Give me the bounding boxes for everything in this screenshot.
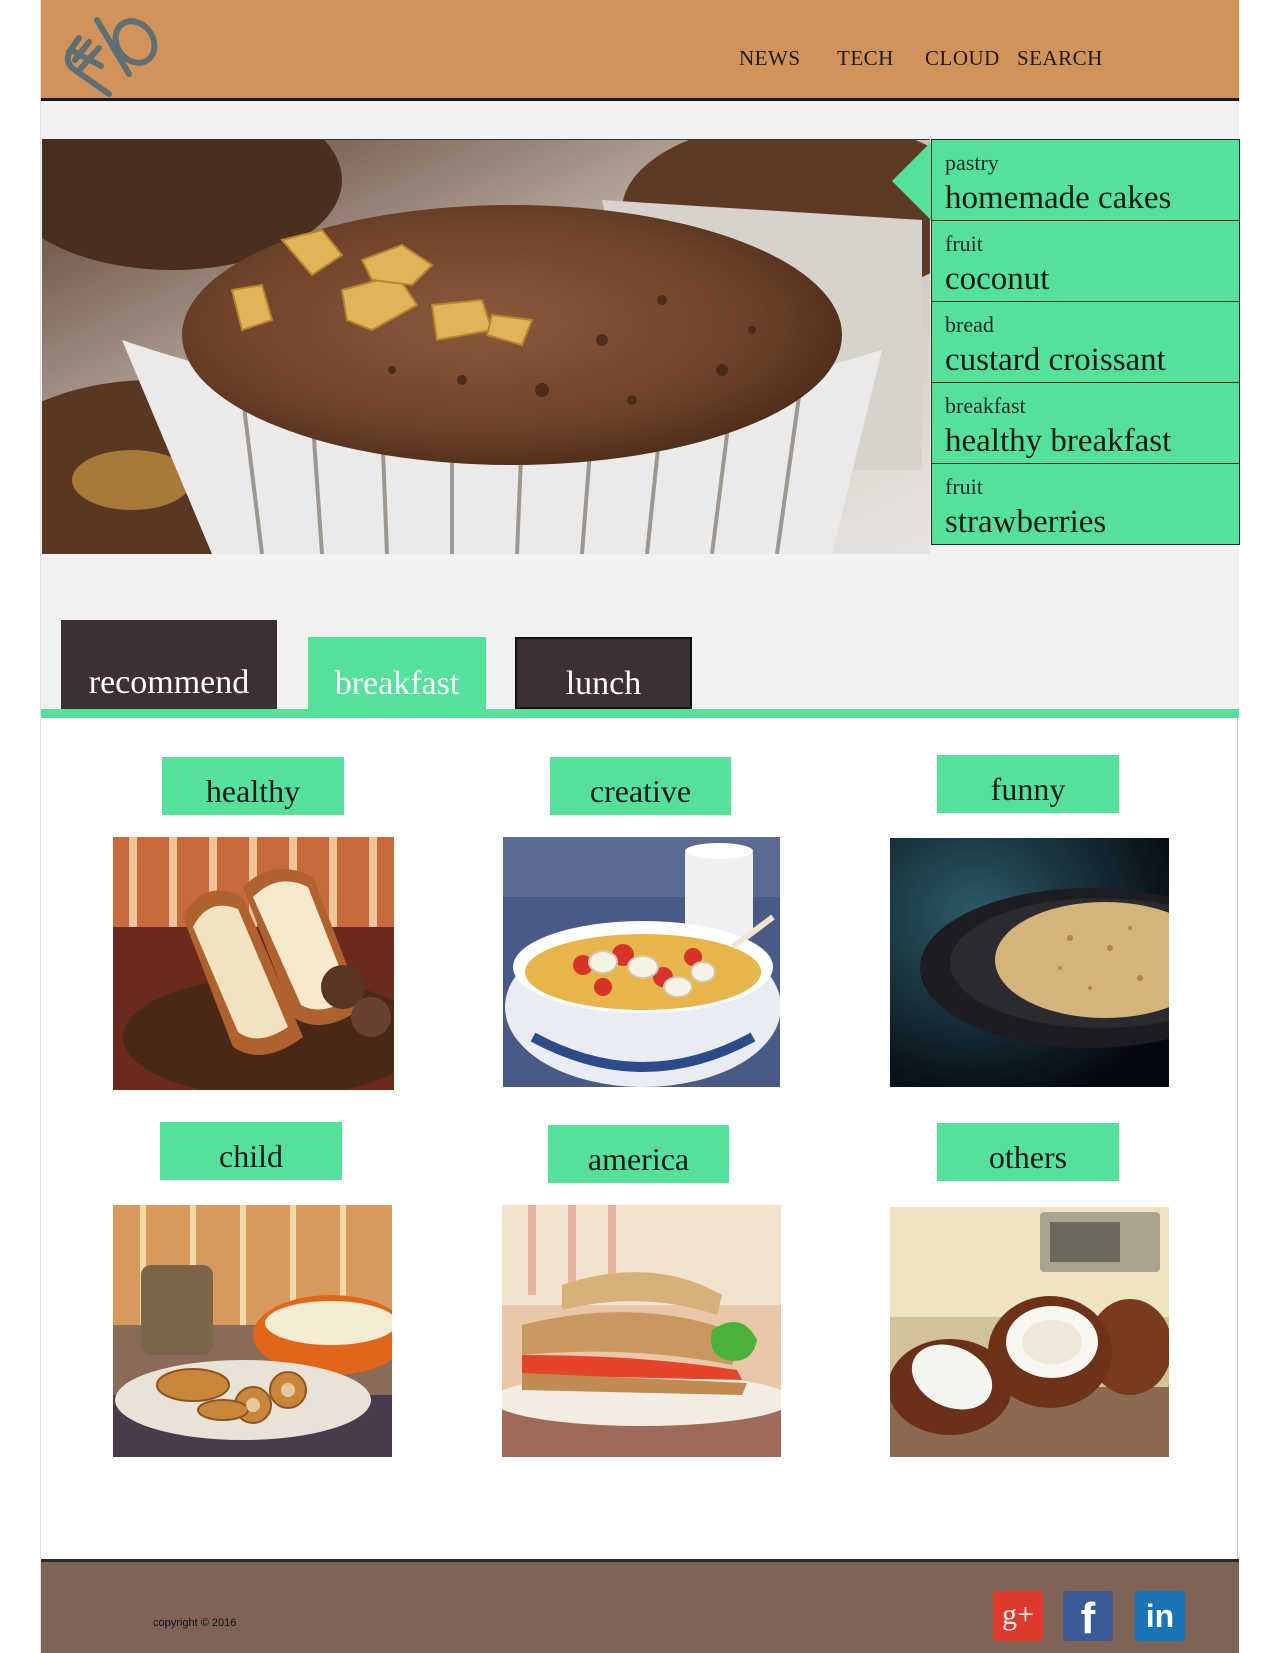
copyright-text: copyright © 2016	[153, 1617, 237, 1629]
category-button-healthy[interactable]: healthy	[162, 757, 344, 815]
category-button-funny[interactable]: funny	[937, 755, 1119, 813]
bread-basket-icon	[113, 837, 394, 1090]
featured-item[interactable]: pastry homemade cakes	[931, 139, 1240, 221]
featured-item[interactable]: fruit strawberries	[931, 463, 1240, 545]
featured-item[interactable]: breakfast healthy breakfast	[931, 382, 1240, 464]
featured-category: breakfast	[945, 393, 1026, 418]
site-footer: copyright © 2016 g+ f in	[41, 1559, 1239, 1653]
card-image-creative[interactable]	[503, 837, 780, 1087]
page: NEWS TECH CLOUD SEARCH pastry homemade c…	[40, 0, 1240, 1653]
tab-lunch[interactable]: lunch	[515, 637, 692, 709]
site-header: NEWS TECH CLOUD SEARCH	[41, 0, 1239, 101]
tab-underline	[41, 709, 1239, 718]
category-button-creative[interactable]: creative	[550, 757, 731, 815]
card-image-america[interactable]	[502, 1205, 781, 1457]
featured-category: bread	[945, 312, 994, 337]
tab-breakfast[interactable]: breakfast	[308, 637, 486, 709]
featured-title: healthy breakfast	[945, 423, 1172, 459]
category-button-child[interactable]: child	[160, 1122, 342, 1180]
card-image-funny[interactable]	[890, 838, 1169, 1087]
linkedin-icon[interactable]: in	[1135, 1591, 1185, 1641]
tab-recommend[interactable]: recommend	[61, 620, 277, 709]
featured-title: custard croissant	[945, 342, 1166, 378]
card-image-child[interactable]	[113, 1205, 392, 1457]
category-button-others[interactable]: others	[937, 1123, 1119, 1181]
muffin-photo-icon	[42, 140, 930, 554]
nav-tech[interactable]: TECH	[837, 46, 894, 71]
snack-plate-icon	[113, 1205, 392, 1457]
hero-image[interactable]	[42, 139, 930, 554]
featured-title: homemade cakes	[945, 180, 1172, 216]
facebook-icon[interactable]: f	[1063, 1591, 1113, 1643]
featured-item[interactable]: fruit coconut	[931, 220, 1240, 302]
featured-category: pastry	[945, 150, 999, 175]
featured-title: coconut	[945, 261, 1050, 297]
nav-cloud[interactable]: CLOUD	[925, 46, 1000, 71]
category-button-america[interactable]: america	[548, 1125, 729, 1183]
main-nav: NEWS TECH CLOUD SEARCH	[41, 46, 1239, 76]
nav-search[interactable]: SEARCH	[1017, 46, 1103, 71]
card-image-healthy[interactable]	[113, 837, 394, 1090]
active-item-pointer-icon	[892, 141, 932, 221]
google-plus-icon[interactable]: g+	[993, 1591, 1043, 1641]
featured-category: fruit	[945, 474, 983, 499]
featured-category: fruit	[945, 231, 983, 256]
cereal-bowl-icon	[503, 837, 780, 1087]
sandwich-icon	[502, 1205, 781, 1457]
coconuts-icon	[890, 1207, 1169, 1457]
card-image-others[interactable]	[890, 1207, 1169, 1457]
featured-title: strawberries	[945, 504, 1107, 540]
featured-list: pastry homemade cakes fruit coconut brea…	[931, 139, 1240, 545]
nav-news[interactable]: NEWS	[739, 46, 801, 71]
featured-item[interactable]: bread custard croissant	[931, 301, 1240, 383]
crepe-pan-icon	[890, 838, 1169, 1087]
